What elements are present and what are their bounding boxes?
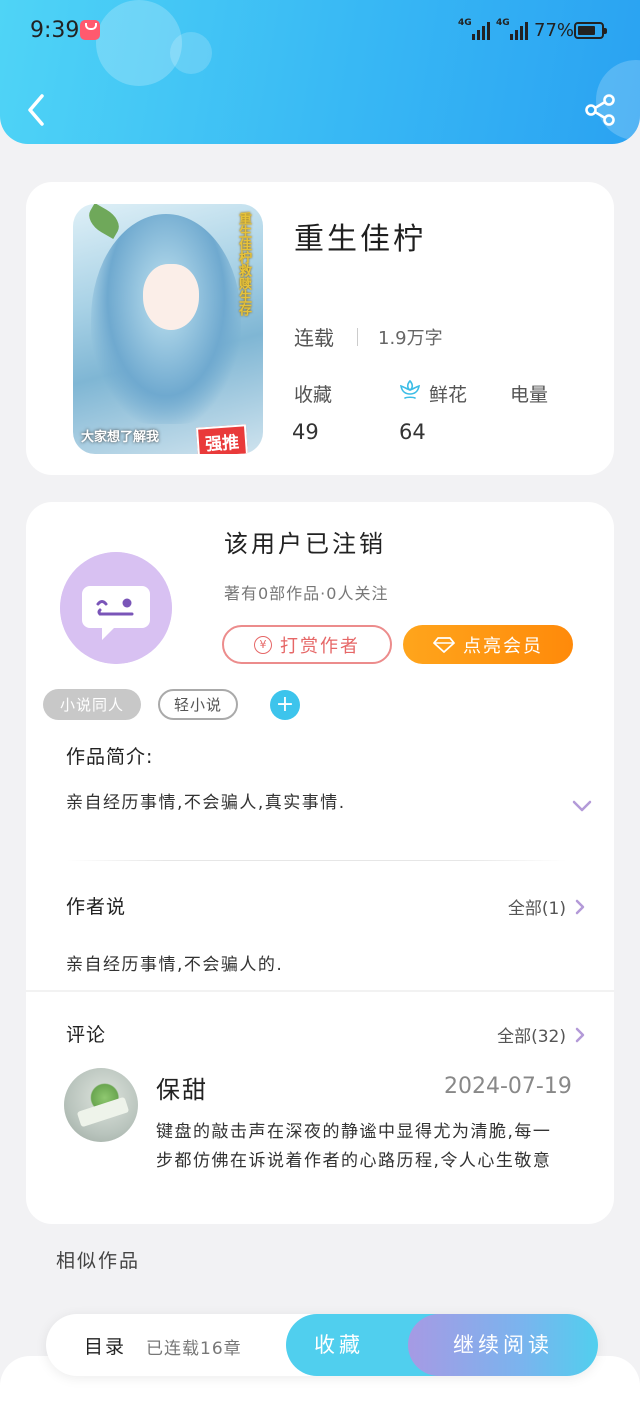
comments-title: 评论 xyxy=(66,1024,107,1046)
status-bar: 9:39 4G 4G 77% xyxy=(0,0,640,62)
author-detail-card: 该用户已注销 著有0部作品·0人关注 ¥ 打赏作者 点亮会员 小说同人 轻小说 … xyxy=(26,502,614,1224)
flower-icon xyxy=(399,379,421,399)
comment-text: 键盘的敲击声在深夜的静谧中显得尤为清脆,每一步都仿佛在诉说着作者的心路历程,令人… xyxy=(156,1122,552,1171)
battery-level xyxy=(578,26,595,35)
book-cover[interactable]: 重生佳柠救赎生存 大家想了解我 强推 xyxy=(73,204,263,454)
reward-author-label: 打赏作者 xyxy=(280,635,360,657)
author-name[interactable]: 该用户已注销 xyxy=(224,524,386,559)
cover-badge: 强推 xyxy=(195,424,249,454)
stat-label-flowers: 鲜花 xyxy=(429,384,468,406)
leaf-icon xyxy=(83,204,125,240)
divider xyxy=(66,860,566,861)
continue-reading-button[interactable]: 继续阅读 xyxy=(408,1314,598,1376)
tag-chip[interactable]: 轻小说 xyxy=(158,689,238,720)
stat-label-power: 电量 xyxy=(510,384,549,406)
synopsis-title: 作品简介: xyxy=(66,746,154,768)
cover-illustration xyxy=(143,264,199,330)
author-says-title: 作者说 xyxy=(66,896,127,918)
yen-icon: ¥ xyxy=(254,635,272,654)
comment-date: 2024-07-19 xyxy=(444,1074,572,1099)
see-all-label: 全部(1) xyxy=(507,899,566,919)
commenter-name[interactable]: 保甜 xyxy=(156,1070,208,1105)
chevron-right-icon xyxy=(575,899,585,914)
comments-see-all[interactable]: 全部(32) xyxy=(497,1022,586,1047)
diamond-icon xyxy=(433,636,455,653)
tag-chip[interactable]: 小说同人 xyxy=(43,689,141,720)
stat-label-favorites: 收藏 xyxy=(294,384,333,406)
author-says-text: 亲自经历事情,不会骗人的. xyxy=(66,955,284,975)
chevron-right-icon xyxy=(575,1027,585,1042)
similar-works-title: 相似作品 xyxy=(56,1250,141,1272)
header: 9:39 4G 4G 77% xyxy=(0,0,640,144)
shopping-bag-icon xyxy=(80,20,100,40)
book-title: 重生佳柠 xyxy=(294,222,426,257)
battery-icon xyxy=(574,22,607,39)
battery-percent: 77% xyxy=(534,20,575,41)
toc-button[interactable]: 目录 xyxy=(84,1332,126,1359)
book-info-card: 重生佳柠救赎生存 大家想了解我 强推 重生佳柠 连载 1.9万字 收藏 49 鲜… xyxy=(26,182,614,475)
signal-label: 4G xyxy=(458,18,472,28)
reward-author-button[interactable]: ¥ 打赏作者 xyxy=(222,625,392,664)
signal-label: 4G xyxy=(496,18,510,28)
author-meta: 著有0部作品·0人关注 xyxy=(224,584,389,603)
book-status: 连载 xyxy=(294,326,334,350)
word-count: 1.9万字 xyxy=(378,328,443,349)
commenter-avatar[interactable] xyxy=(64,1068,138,1142)
chevron-down-icon[interactable] xyxy=(570,798,594,814)
chapter-count[interactable]: 已连载16章 xyxy=(146,1334,242,1359)
divider xyxy=(357,328,358,346)
back-button[interactable] xyxy=(20,90,52,130)
divider xyxy=(26,990,614,992)
signal-icon: 4G xyxy=(496,18,530,40)
author-says-see-all[interactable]: 全部(1) xyxy=(508,894,586,919)
status-time: 9:39 xyxy=(30,18,80,43)
see-all-label: 全部(32) xyxy=(497,1027,566,1047)
stat-value-favorites: 49 xyxy=(292,420,319,444)
synopsis-text: 亲自经历事情,不会骗人,真实事情. xyxy=(66,793,346,813)
share-button[interactable] xyxy=(582,92,618,128)
signal-icon: 4G xyxy=(458,18,492,40)
cover-tagline: 大家想了解我 xyxy=(81,430,160,445)
vip-label: 点亮会员 xyxy=(463,635,543,657)
stat-value-flowers: 64 xyxy=(399,420,426,444)
bottom-action-bar: 目录 已连载16章 收藏 继续阅读 xyxy=(46,1314,598,1376)
author-avatar[interactable] xyxy=(60,552,172,664)
add-tag-button[interactable]: + xyxy=(270,690,300,720)
vip-button[interactable]: 点亮会员 xyxy=(403,625,573,664)
cover-vertical-text: 重生佳柠救赎生存 xyxy=(236,212,251,316)
